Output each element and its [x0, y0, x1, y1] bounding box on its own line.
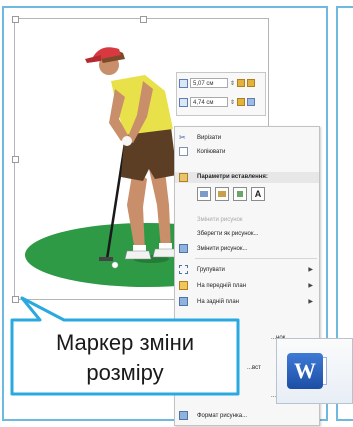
resize-handle-top[interactable] [140, 16, 147, 23]
menu-item-label: Змінити рисунок [197, 216, 243, 223]
paste-option-text-only[interactable]: A [251, 187, 265, 201]
send-backward-icon [179, 297, 188, 306]
menu-item-label: Вирізати [197, 134, 222, 141]
menu-separator [195, 258, 317, 259]
paste-option-picture[interactable] [233, 187, 247, 201]
menu-item-save-as-picture[interactable]: Зберегти як рисунок... [175, 227, 319, 240]
submenu-arrow-icon: ▶ [308, 267, 313, 273]
copy-icon [179, 147, 188, 156]
group-icon [179, 265, 188, 274]
menu-item-label: Формат рисунка... [197, 412, 248, 419]
menu-item-label: Групувати [197, 266, 225, 273]
menu-item-label: Копіювати [197, 148, 226, 155]
paste-icon [179, 173, 188, 182]
word-taskbar-button[interactable]: W [276, 338, 353, 404]
width-spin-icon[interactable]: ⇕ [230, 99, 235, 106]
paste-option-keep-formatting[interactable] [197, 187, 211, 201]
menu-item-copy[interactable]: Копіювати [175, 145, 319, 158]
wrap-text-icon[interactable] [247, 79, 255, 87]
menu-item-label: На задній план [197, 298, 239, 305]
width-row: 4,74 см ⇕ [179, 95, 255, 109]
menu-item-change-picture[interactable]: Змінити рисунок... [175, 242, 319, 255]
paste-options-header: Параметри вставлення: [175, 172, 319, 183]
menu-item-label: На передній план [197, 282, 247, 289]
resize-handle-left[interactable] [12, 156, 19, 163]
word-icon: W [287, 353, 323, 389]
height-icon [179, 78, 188, 88]
height-row: 5,07 см ⇕ [179, 76, 255, 90]
format-picture-icon [179, 411, 188, 420]
width-field[interactable]: 4,74 см [190, 97, 228, 107]
menu-item-group[interactable]: Групувати ▶ [175, 263, 319, 276]
menu-item-change-picture-disabled: Змінити рисунок [175, 213, 319, 226]
menu-item-label: ...вст [247, 364, 261, 371]
style-icon[interactable] [247, 98, 255, 106]
scissors-icon: ✂ [179, 133, 186, 142]
submenu-arrow-icon: ▶ [308, 299, 313, 305]
submenu-arrow-icon: ▶ [308, 283, 313, 289]
menu-item-send-backward[interactable]: На задній план ▶ [175, 295, 319, 308]
width-icon [179, 97, 188, 107]
paste-option-merge[interactable] [215, 187, 229, 201]
menu-item-cut[interactable]: ✂ Вирізати [175, 131, 319, 144]
menu-item-bring-forward[interactable]: На передній план ▶ [175, 279, 319, 292]
menu-item-format-picture[interactable]: Формат рисунка... [175, 409, 319, 422]
resize-handle-top-left[interactable] [12, 16, 19, 23]
position-icon[interactable] [237, 98, 245, 106]
crop-icon[interactable] [237, 79, 245, 87]
bring-forward-icon [179, 281, 188, 290]
golf-ball [111, 261, 119, 269]
resize-handle-bottom-left[interactable] [12, 296, 19, 303]
height-field[interactable]: 5,07 см [190, 78, 228, 88]
size-toolbar: 5,07 см ⇕ 4,74 см ⇕ [176, 72, 266, 116]
menu-item-label: Змінити рисунок... [197, 245, 248, 252]
height-spin-icon[interactable]: ⇕ [230, 80, 235, 87]
menu-item-label: Зберегти як рисунок... [197, 230, 259, 237]
picture-icon [179, 244, 188, 253]
